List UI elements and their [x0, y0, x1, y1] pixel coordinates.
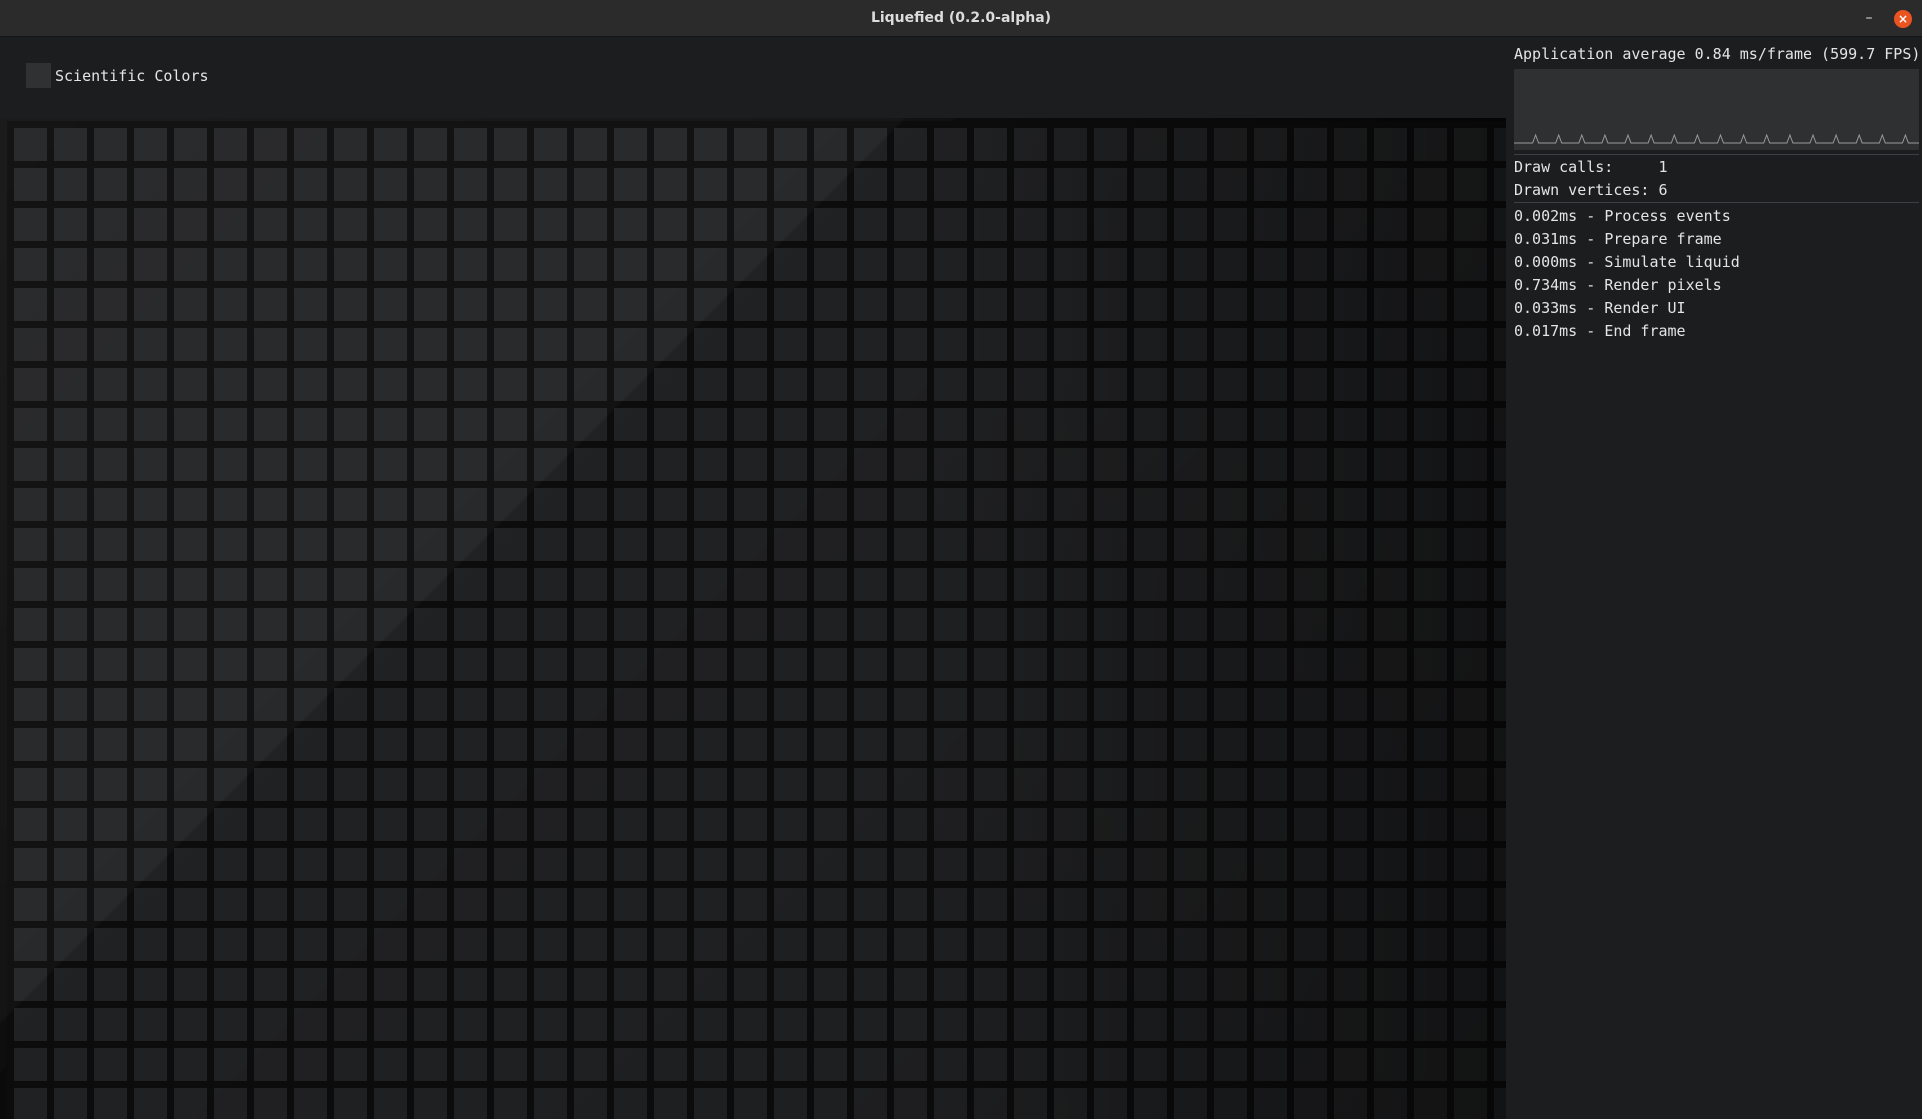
timing-time: 0.734ms: [1514, 276, 1578, 294]
application-average: Application average 0.84 ms/frame (599.7…: [1514, 45, 1921, 63]
minimize-button[interactable]: –: [1858, 8, 1880, 30]
timing-row: 0.734ms - Render pixels: [1514, 276, 1722, 294]
timing-time: 0.017ms: [1514, 322, 1578, 340]
timing-row: 0.031ms - Prepare frame: [1514, 230, 1722, 248]
toolbar: Scientific Colors: [0, 37, 1506, 118]
simulation-canvas[interactable]: [0, 118, 1506, 1119]
scientific-colors-label[interactable]: Scientific Colors: [55, 67, 209, 85]
frame-time-plot: [1514, 133, 1919, 144]
drawn-vertices-value: 6: [1658, 181, 1668, 199]
timing-time: 0.000ms: [1514, 253, 1578, 271]
timing-label: Render pixels: [1604, 276, 1722, 294]
timing-label: Simulate liquid: [1604, 253, 1740, 271]
draw-calls-row: Draw calls: 1: [1514, 158, 1668, 176]
performance-panel: Application average 0.84 ms/frame (599.7…: [1506, 37, 1922, 1119]
title-bar[interactable]: Liquefied (0.2.0-alpha) – ×: [0, 0, 1922, 37]
timing-row: 0.002ms - Process events: [1514, 207, 1731, 225]
timing-row: 0.000ms - Simulate liquid: [1514, 253, 1740, 271]
separator: [1514, 154, 1919, 155]
app-window: Liquefied (0.2.0-alpha) – × Scientific C…: [0, 0, 1922, 1119]
drawn-vertices-row: Drawn vertices: 6: [1514, 181, 1668, 199]
window-title: Liquefied (0.2.0-alpha): [870, 10, 1052, 26]
frame-time-graph: [1514, 69, 1919, 150]
timing-label: End frame: [1604, 322, 1686, 340]
draw-calls-label: Draw calls:: [1514, 158, 1614, 176]
canvas-shading: [0, 118, 1506, 1119]
scientific-colors-checkbox[interactable]: [26, 63, 51, 88]
draw-calls-value: 1: [1658, 158, 1668, 176]
scientific-colors-toggle[interactable]: Scientific Colors: [26, 63, 209, 88]
drawn-vertices-label: Drawn vertices:: [1514, 181, 1650, 199]
close-button[interactable]: ×: [1894, 10, 1912, 28]
timing-time: 0.033ms: [1514, 299, 1578, 317]
timing-label: Render UI: [1604, 299, 1686, 317]
timing-label: Process events: [1604, 207, 1731, 225]
timing-time: 0.031ms: [1514, 230, 1578, 248]
timing-row: 0.017ms - End frame: [1514, 322, 1686, 340]
timing-label: Prepare frame: [1604, 230, 1722, 248]
separator: [1514, 202, 1919, 203]
frame-time-line: [1514, 133, 1919, 144]
timing-row: 0.033ms - Render UI: [1514, 299, 1686, 317]
timing-time: 0.002ms: [1514, 207, 1578, 225]
